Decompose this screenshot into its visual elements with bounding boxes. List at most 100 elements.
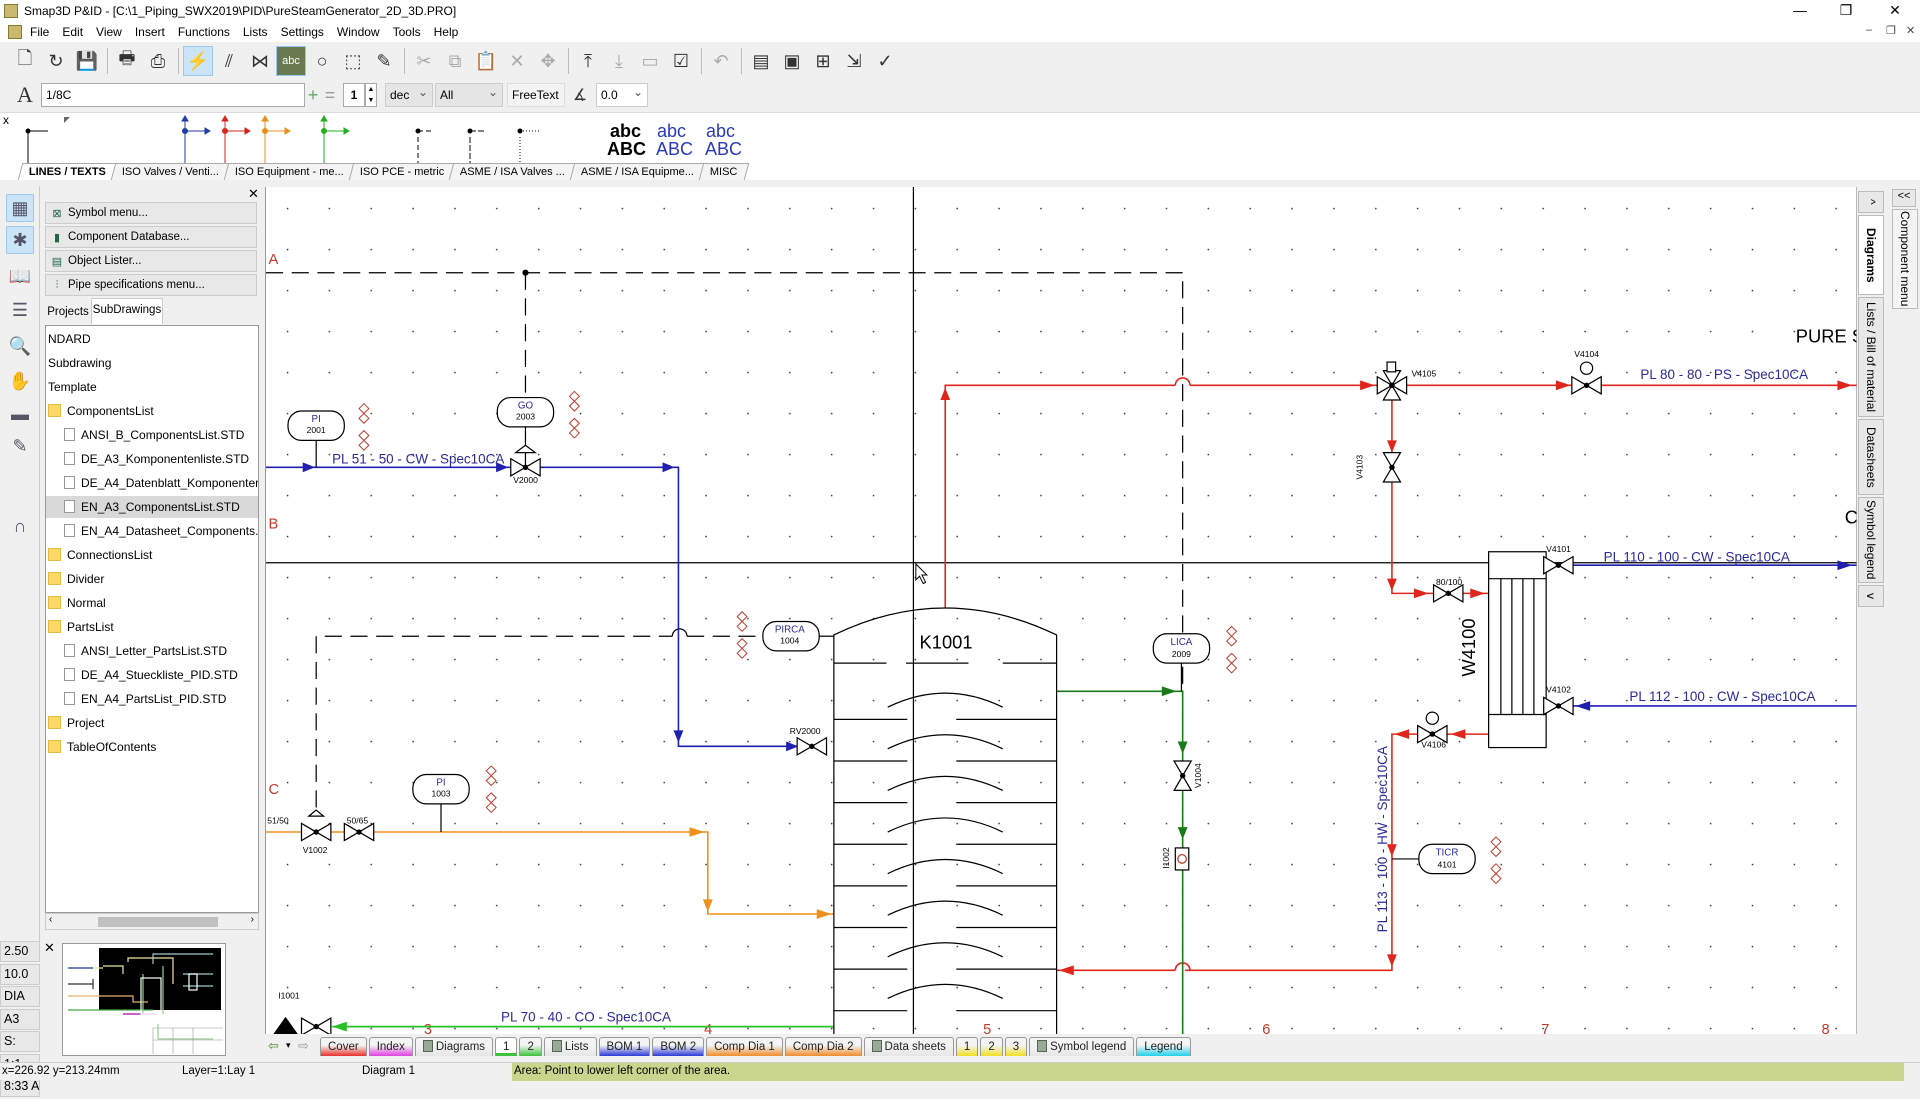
tree-item[interactable]: ANSI_Letter_PartsList.STD [46, 640, 258, 662]
document-list-icon[interactable]: ▤ [746, 46, 776, 76]
tree-item[interactable]: DE_A4_Stueckliste_PID.STD [46, 664, 258, 686]
menu-insert[interactable]: Insert [135, 25, 165, 39]
scroll-left-arrow[interactable]: ‹ [49, 914, 52, 925]
overview-close-button[interactable]: ✕ [44, 940, 55, 956]
drawing-canvas[interactable]: A B C 3 4 5 6 7 8 PURE S C PL 51 - 50 - … [265, 187, 1864, 1038]
restore-button[interactable]: ❐ [1826, 0, 1866, 22]
snap-value[interactable]: S: [0, 1031, 40, 1052]
print-icon[interactable]: 🖶 [112, 46, 142, 76]
tree-item[interactable]: DE_A4_Datenblatt_Komponenten [46, 472, 258, 494]
sheet-edit-icon[interactable]: ✎ [6, 432, 34, 460]
plus-icon[interactable]: + [305, 80, 321, 110]
sheet-tab-lists[interactable]: Lists [543, 1037, 597, 1056]
overview-thumbnail[interactable] [62, 943, 226, 1056]
palette-tab-1[interactable]: ISO Valves / Venti... [110, 163, 231, 180]
magnet-icon[interactable]: ∩ [6, 512, 34, 540]
palette-tab-5[interactable]: ASME / ISA Equipme... [569, 163, 706, 180]
sheet-icon[interactable]: ▬ [6, 400, 34, 428]
mdi-close-button[interactable]: ✕ [1906, 24, 1915, 37]
angle-select[interactable]: 0.0 [596, 81, 648, 107]
tree-item[interactable]: ComponentsList [46, 400, 258, 422]
tab-lists-bill-of-material[interactable]: Lists / Bill of material [1858, 297, 1884, 417]
tree-horizontal-scrollbar[interactable]: ‹ › [45, 913, 259, 930]
circle-icon[interactable]: ○ [307, 46, 337, 76]
palette-tab-3[interactable]: ISO PCE - metric [348, 163, 456, 180]
angle-icon[interactable]: ∡ [565, 80, 595, 110]
counter-field[interactable]: 1 [343, 83, 365, 107]
pipeline-label-pl110[interactable]: PL 110 - 100 - CW - Spec10CA [1604, 550, 1790, 565]
sheet-tab-2[interactable]: 2 [519, 1037, 542, 1056]
pipeline-label-pl51[interactable]: PL 51 - 50 - CW - Spec10CA [332, 452, 504, 467]
export-icon[interactable]: ⇲ [839, 46, 869, 76]
sheet-tab-index[interactable]: Index [368, 1037, 413, 1056]
pipe-draw-icon[interactable]: ⚡ [183, 46, 213, 76]
new-document-icon[interactable]: 🗋 [10, 46, 40, 76]
layer-filter-select[interactable]: All [435, 81, 503, 107]
scroll-thumb[interactable] [98, 917, 218, 927]
tab-diagrams[interactable]: Diagrams [1858, 215, 1884, 295]
paper-size-value[interactable]: A3 [0, 1008, 40, 1030]
heat-exchanger-w4100[interactable] [1488, 551, 1547, 749]
book-help-icon[interactable]: 📖 [6, 262, 34, 290]
valve-icon[interactable]: ⋈ [245, 46, 275, 76]
pipeline-label-pl112[interactable]: PL 112 - 100 - CW - Spec10CA [1629, 689, 1815, 704]
sheet-tab-bom-1[interactable]: BOM 1 [598, 1037, 651, 1056]
sheet-tab-3[interactable]: 3 [1004, 1037, 1028, 1056]
sheet-nav-back-icon[interactable]: ⇦ [268, 1038, 279, 1054]
tree-item[interactable]: EN_A4_Datasheet_Components.s [46, 520, 258, 542]
pid-diagram[interactable]: A B C 3 4 5 6 7 8 PURE S C PL 51 - 50 - … [266, 187, 1864, 1038]
zoom-icon[interactable]: 🔍 [6, 332, 34, 360]
menu-lists[interactable]: Lists [243, 25, 268, 39]
text-style-icon[interactable]: A [10, 80, 40, 110]
insert-component-icon[interactable]: ⊞ [808, 46, 838, 76]
sheet-tab-bom-2[interactable]: BOM 2 [652, 1037, 705, 1056]
pipeline-label-pl113[interactable]: PL 113 - 100 - HW - Spec10CA [1375, 746, 1390, 932]
menu-help[interactable]: Help [434, 25, 459, 39]
sheet-tab-cover[interactable]: Cover [320, 1037, 367, 1056]
freetext-button[interactable]: FreeText [507, 83, 565, 107]
palette-tab-0[interactable]: LINES / TEXTS [17, 163, 118, 180]
tree-item[interactable]: ANSI_B_ComponentsList.STD [46, 424, 258, 446]
text-sample-blue-2[interactable]: abcABC [705, 121, 742, 159]
minus-icon[interactable]: = [322, 80, 338, 110]
tree-item[interactable]: Divider [46, 568, 258, 590]
pencil-icon[interactable]: ✎ [369, 46, 399, 76]
sheet-tab-1[interactable]: 1 [495, 1037, 518, 1056]
pipeline-label-pl70[interactable]: PL 70 - 40 - CO - Spec10CA [501, 1010, 671, 1025]
object-lister-button[interactable]: ▤ Object Lister... [45, 250, 257, 272]
text-sample-blue-1[interactable]: abcABC [656, 121, 693, 159]
spellcheck-icon[interactable]: ✓ [870, 46, 900, 76]
counter-stepper[interactable]: ▲ ▼ [365, 83, 377, 107]
scroll-up-button[interactable]: ^ [1858, 191, 1884, 213]
close-button[interactable]: ✕ [1875, 0, 1915, 22]
number-format-select[interactable]: dec [385, 81, 433, 107]
tree-item[interactable]: Template [46, 376, 258, 398]
menu-functions[interactable]: Functions [178, 25, 230, 39]
tree-item[interactable]: DE_A3_Komponentenliste.STD [46, 448, 258, 470]
tab-subdrawings[interactable]: SubDrawings [91, 298, 163, 324]
tab-symbol-legend[interactable]: Symbol legend [1858, 497, 1884, 583]
line-symbol-black[interactable] [25, 128, 49, 168]
tab-projects[interactable]: Projects [45, 301, 91, 323]
copy-icon[interactable]: ⧉ [440, 46, 470, 76]
list-align-icon[interactable]: ☰ [6, 296, 34, 324]
menu-window[interactable]: Window [337, 25, 380, 39]
text-height-value[interactable]: 10.0 [0, 963, 40, 985]
component-menu-tab[interactable]: Component menu [1892, 209, 1918, 309]
menu-edit[interactable]: Edit [62, 25, 83, 39]
tree-item[interactable]: EN_A3_ComponentsList.STD [46, 496, 258, 518]
sheet-tab-diagrams[interactable]: Diagrams [414, 1037, 494, 1056]
sheet-tab-comp-dia-1[interactable]: Comp Dia 1 [706, 1037, 783, 1056]
paste-icon[interactable]: 📋 [471, 46, 501, 76]
menu-view[interactable]: View [96, 25, 122, 39]
equipment-label-k1001[interactable]: K1001 [920, 631, 973, 652]
database-icon[interactable]: ▣ [777, 46, 807, 76]
sheet-tab-2[interactable]: 2 [980, 1037, 1003, 1056]
open-icon[interactable]: ↻ [41, 46, 71, 76]
tab-datasheets[interactable]: Datasheets [1858, 419, 1884, 495]
tree-item[interactable]: Project [46, 712, 258, 734]
mdi-restore-button[interactable]: ❐ [1886, 24, 1896, 37]
component-database-button[interactable]: ▮ Component Database... [45, 226, 257, 248]
tree-item[interactable]: PartsList [46, 616, 258, 638]
line-symbol-dashed-2[interactable] [467, 128, 485, 168]
